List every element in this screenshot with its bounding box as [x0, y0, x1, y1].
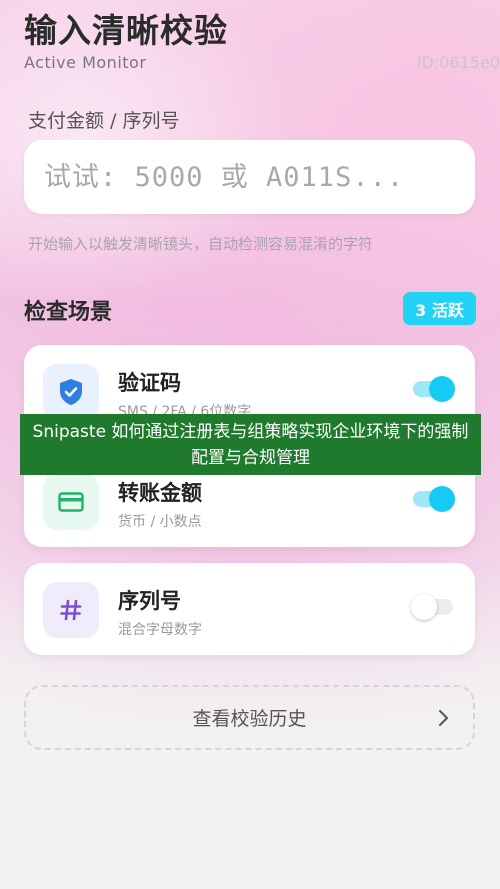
scene-description: 货币 / 小数点: [118, 514, 202, 530]
view-history-label: 查看校验历史: [192, 708, 307, 730]
page-subtitle: Active Monitor: [24, 53, 147, 72]
device-id-label: ID:0615e0: [416, 53, 500, 72]
amount-serial-input[interactable]: [42, 160, 457, 194]
input-container[interactable]: [24, 140, 475, 214]
input-label: 支付金额 / 序列号: [28, 110, 180, 132]
scene-toggle[interactable]: [413, 376, 455, 402]
shield-check-icon: [43, 364, 99, 420]
chevron-right-icon: [437, 705, 451, 735]
scene-title: 序列号: [118, 589, 181, 613]
scene-title: 验证码: [118, 371, 181, 395]
section-title: 检查场景: [24, 300, 113, 325]
scene-toggle[interactable]: [411, 594, 453, 620]
active-count-badge: 3 活跃: [403, 292, 476, 325]
page-title: 输入清晰校验: [24, 11, 228, 50]
input-hint: 开始输入以触发清晰镜头，自动检测容易混淆的字符: [28, 235, 374, 253]
card-icon: [43, 474, 99, 530]
overlay-banner: Snipaste 如何通过注册表与组策略实现企业环境下的强制配置与合规管理: [20, 414, 481, 475]
scene-card-serial-number[interactable]: 序列号 混合字母数字: [24, 563, 475, 655]
scene-description: 混合字母数字: [118, 622, 202, 638]
screen: 输入清晰校验 Active Monitor ID:0615e0 支付金额 / 序…: [0, 0, 500, 889]
banner-text: Snipaste 如何通过注册表与组策略实现企业环境下的强制配置与合规管理: [32, 421, 469, 468]
scene-toggle[interactable]: [413, 486, 455, 512]
view-history-button[interactable]: 查看校验历史: [24, 685, 475, 750]
scene-title: 转账金额: [118, 481, 202, 505]
hash-icon: [43, 582, 99, 638]
